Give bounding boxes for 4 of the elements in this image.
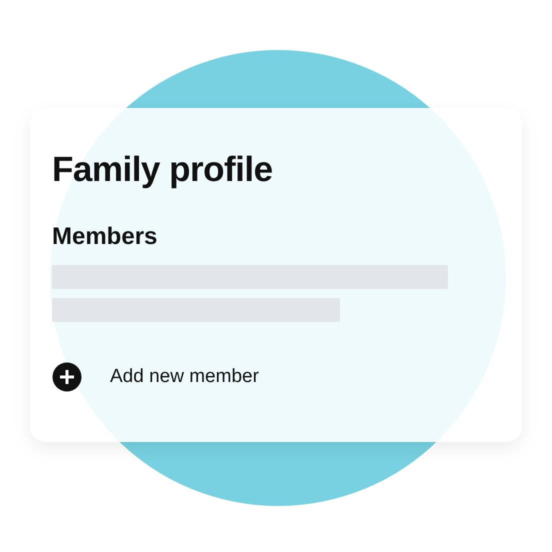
- card-title: Family profile: [52, 149, 274, 191]
- add-member-button[interactable]: Add new member: [52, 362, 259, 392]
- plus-circle-icon: [52, 362, 82, 392]
- section-heading: Members: [52, 222, 158, 252]
